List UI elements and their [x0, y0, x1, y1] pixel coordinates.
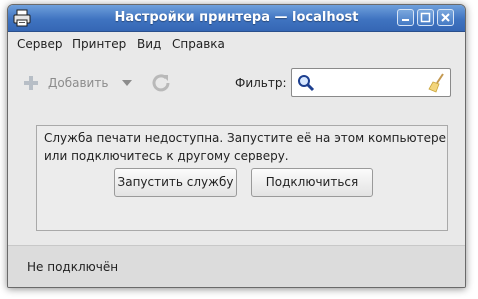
connect-button[interactable]: Подключиться [251, 168, 373, 197]
maximize-button[interactable] [417, 9, 434, 26]
menu-printer[interactable]: Принтер [72, 32, 126, 56]
menu-server[interactable]: Сервер [17, 32, 62, 56]
menu-help[interactable]: Справка [172, 32, 225, 56]
add-printer-label: Добавить [48, 76, 109, 90]
close-button[interactable] [437, 9, 454, 26]
minimize-button[interactable] [397, 9, 414, 26]
broom-icon[interactable] [428, 73, 446, 93]
refresh-icon[interactable] [150, 72, 172, 94]
toolbar: Добавить Фильтр: [8, 56, 465, 108]
close-icon [441, 13, 450, 22]
filter-field[interactable] [291, 68, 451, 97]
printer-settings-window: Настройки принтера — localhost Сервер Пр… [7, 4, 466, 288]
magnifier-icon [298, 75, 315, 92]
connection-status: Не подключён [27, 260, 119, 274]
status-bar: Не подключён [8, 245, 465, 287]
filter-label: Фильтр: [235, 76, 287, 90]
service-message: Служба печати недоступна. Запустите её н… [44, 131, 447, 163]
plus-icon [24, 76, 38, 90]
service-unavailable-panel: Служба печати недоступна. Запустите её н… [36, 125, 448, 231]
triangle-down-icon[interactable] [121, 78, 133, 88]
filter-input[interactable] [318, 73, 422, 92]
start-service-button[interactable]: Запустить службу [114, 168, 237, 197]
menu-bar: Сервер Принтер Вид Справка [8, 32, 465, 56]
printer-app-icon[interactable] [13, 9, 31, 27]
title-bar[interactable]: Настройки принтера — localhost [8, 5, 465, 32]
menu-view[interactable]: Вид [137, 32, 161, 56]
minimize-icon [402, 19, 409, 21]
maximize-icon [420, 12, 431, 23]
